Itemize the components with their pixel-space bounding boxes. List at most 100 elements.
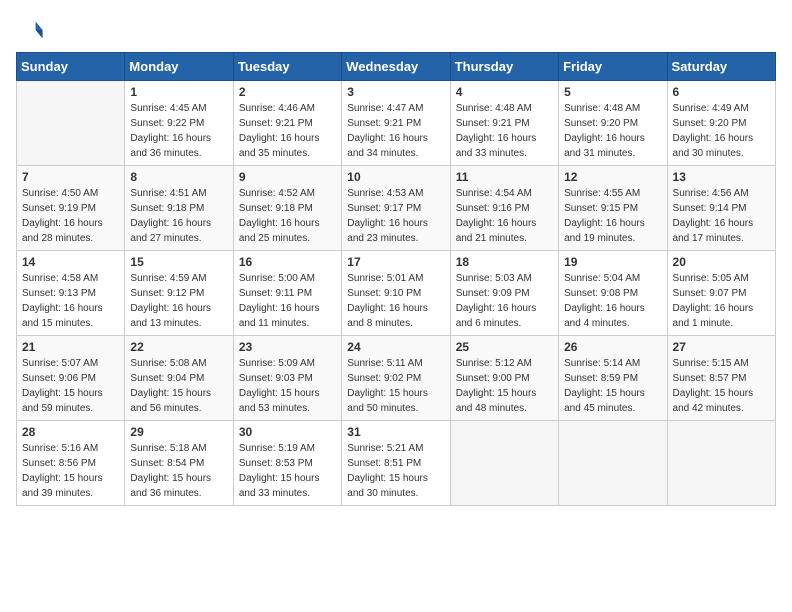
sunrise: Sunrise: 5:08 AM (130, 358, 206, 369)
day-info: Sunrise: 5:05 AM Sunset: 9:07 PM Dayligh… (673, 271, 770, 331)
page-header (16, 16, 776, 44)
sunrise: Sunrise: 5:18 AM (130, 443, 206, 454)
sunrise: Sunrise: 4:51 AM (130, 188, 206, 199)
day-number: 24 (347, 340, 444, 354)
calendar-cell: 9 Sunrise: 4:52 AM Sunset: 9:18 PM Dayli… (233, 166, 341, 251)
daylight: Daylight: 16 hours and 4 minutes. (564, 303, 645, 329)
sunrise: Sunrise: 4:58 AM (22, 273, 98, 284)
sunrise: Sunrise: 4:52 AM (239, 188, 315, 199)
calendar-cell: 25 Sunrise: 5:12 AM Sunset: 9:00 PM Dayl… (450, 336, 558, 421)
daylight: Daylight: 15 hours and 30 minutes. (347, 473, 428, 499)
day-info: Sunrise: 4:48 AM Sunset: 9:21 PM Dayligh… (456, 101, 553, 161)
day-info: Sunrise: 5:09 AM Sunset: 9:03 PM Dayligh… (239, 356, 336, 416)
calendar-cell: 12 Sunrise: 4:55 AM Sunset: 9:15 PM Dayl… (559, 166, 667, 251)
sunset: Sunset: 8:59 PM (564, 373, 638, 384)
daylight: Daylight: 16 hours and 27 minutes. (130, 218, 211, 244)
calendar-cell: 8 Sunrise: 4:51 AM Sunset: 9:18 PM Dayli… (125, 166, 233, 251)
sunrise: Sunrise: 5:21 AM (347, 443, 423, 454)
calendar-cell (450, 421, 558, 506)
calendar-cell: 3 Sunrise: 4:47 AM Sunset: 9:21 PM Dayli… (342, 81, 450, 166)
sunrise: Sunrise: 4:56 AM (673, 188, 749, 199)
day-number: 20 (673, 255, 770, 269)
daylight: Daylight: 16 hours and 36 minutes. (130, 133, 211, 159)
day-info: Sunrise: 5:04 AM Sunset: 9:08 PM Dayligh… (564, 271, 661, 331)
sunset: Sunset: 8:57 PM (673, 373, 747, 384)
daylight: Daylight: 16 hours and 31 minutes. (564, 133, 645, 159)
sunset: Sunset: 9:08 PM (564, 288, 638, 299)
day-number: 16 (239, 255, 336, 269)
day-number: 28 (22, 425, 119, 439)
calendar-cell: 14 Sunrise: 4:58 AM Sunset: 9:13 PM Dayl… (17, 251, 125, 336)
daylight: Daylight: 15 hours and 53 minutes. (239, 388, 320, 414)
sunrise: Sunrise: 4:53 AM (347, 188, 423, 199)
calendar-week-2: 7 Sunrise: 4:50 AM Sunset: 9:19 PM Dayli… (17, 166, 776, 251)
calendar-week-1: 1 Sunrise: 4:45 AM Sunset: 9:22 PM Dayli… (17, 81, 776, 166)
sunset: Sunset: 9:18 PM (239, 203, 313, 214)
day-info: Sunrise: 5:11 AM Sunset: 9:02 PM Dayligh… (347, 356, 444, 416)
day-info: Sunrise: 4:54 AM Sunset: 9:16 PM Dayligh… (456, 186, 553, 246)
sunset: Sunset: 9:17 PM (347, 203, 421, 214)
sunrise: Sunrise: 5:12 AM (456, 358, 532, 369)
calendar-cell: 30 Sunrise: 5:19 AM Sunset: 8:53 PM Dayl… (233, 421, 341, 506)
calendar-cell: 18 Sunrise: 5:03 AM Sunset: 9:09 PM Dayl… (450, 251, 558, 336)
sunset: Sunset: 9:21 PM (347, 118, 421, 129)
day-number: 22 (130, 340, 227, 354)
sunset: Sunset: 8:54 PM (130, 458, 204, 469)
sunrise: Sunrise: 4:45 AM (130, 103, 206, 114)
sunset: Sunset: 9:03 PM (239, 373, 313, 384)
daylight: Daylight: 16 hours and 6 minutes. (456, 303, 537, 329)
sunset: Sunset: 9:16 PM (456, 203, 530, 214)
daylight: Daylight: 16 hours and 19 minutes. (564, 218, 645, 244)
day-number: 19 (564, 255, 661, 269)
daylight: Daylight: 16 hours and 17 minutes. (673, 218, 754, 244)
daylight: Daylight: 16 hours and 21 minutes. (456, 218, 537, 244)
sunset: Sunset: 9:22 PM (130, 118, 204, 129)
sunset: Sunset: 9:21 PM (239, 118, 313, 129)
sunset: Sunset: 9:14 PM (673, 203, 747, 214)
daylight: Daylight: 15 hours and 59 minutes. (22, 388, 103, 414)
calendar-table: SundayMondayTuesdayWednesdayThursdayFrid… (16, 52, 776, 506)
day-number: 17 (347, 255, 444, 269)
day-info: Sunrise: 4:52 AM Sunset: 9:18 PM Dayligh… (239, 186, 336, 246)
calendar-cell (667, 421, 775, 506)
day-number: 27 (673, 340, 770, 354)
daylight: Daylight: 16 hours and 30 minutes. (673, 133, 754, 159)
sunset: Sunset: 9:10 PM (347, 288, 421, 299)
calendar-cell: 2 Sunrise: 4:46 AM Sunset: 9:21 PM Dayli… (233, 81, 341, 166)
calendar-cell: 29 Sunrise: 5:18 AM Sunset: 8:54 PM Dayl… (125, 421, 233, 506)
day-info: Sunrise: 4:46 AM Sunset: 9:21 PM Dayligh… (239, 101, 336, 161)
daylight: Daylight: 15 hours and 50 minutes. (347, 388, 428, 414)
sunset: Sunset: 9:21 PM (456, 118, 530, 129)
daylight: Daylight: 16 hours and 13 minutes. (130, 303, 211, 329)
sunrise: Sunrise: 5:05 AM (673, 273, 749, 284)
sunset: Sunset: 9:07 PM (673, 288, 747, 299)
daylight: Daylight: 15 hours and 42 minutes. (673, 388, 754, 414)
daylight: Daylight: 16 hours and 35 minutes. (239, 133, 320, 159)
sunrise: Sunrise: 4:50 AM (22, 188, 98, 199)
day-info: Sunrise: 5:12 AM Sunset: 9:00 PM Dayligh… (456, 356, 553, 416)
daylight: Daylight: 15 hours and 45 minutes. (564, 388, 645, 414)
calendar-cell: 7 Sunrise: 4:50 AM Sunset: 9:19 PM Dayli… (17, 166, 125, 251)
day-header-monday: Monday (125, 53, 233, 81)
logo (16, 16, 48, 44)
sunrise: Sunrise: 5:14 AM (564, 358, 640, 369)
sunrise: Sunrise: 4:54 AM (456, 188, 532, 199)
sunset: Sunset: 9:06 PM (22, 373, 96, 384)
day-info: Sunrise: 4:47 AM Sunset: 9:21 PM Dayligh… (347, 101, 444, 161)
day-info: Sunrise: 4:58 AM Sunset: 9:13 PM Dayligh… (22, 271, 119, 331)
calendar-cell: 20 Sunrise: 5:05 AM Sunset: 9:07 PM Dayl… (667, 251, 775, 336)
calendar-cell: 10 Sunrise: 4:53 AM Sunset: 9:17 PM Dayl… (342, 166, 450, 251)
logo-icon (16, 16, 44, 44)
day-header-saturday: Saturday (667, 53, 775, 81)
day-number: 7 (22, 170, 119, 184)
day-number: 31 (347, 425, 444, 439)
sunrise: Sunrise: 5:07 AM (22, 358, 98, 369)
sunset: Sunset: 8:56 PM (22, 458, 96, 469)
day-info: Sunrise: 5:16 AM Sunset: 8:56 PM Dayligh… (22, 441, 119, 501)
daylight: Daylight: 16 hours and 23 minutes. (347, 218, 428, 244)
sunrise: Sunrise: 4:48 AM (564, 103, 640, 114)
calendar-cell: 15 Sunrise: 4:59 AM Sunset: 9:12 PM Dayl… (125, 251, 233, 336)
daylight: Daylight: 15 hours and 33 minutes. (239, 473, 320, 499)
calendar-cell: 24 Sunrise: 5:11 AM Sunset: 9:02 PM Dayl… (342, 336, 450, 421)
sunset: Sunset: 9:15 PM (564, 203, 638, 214)
